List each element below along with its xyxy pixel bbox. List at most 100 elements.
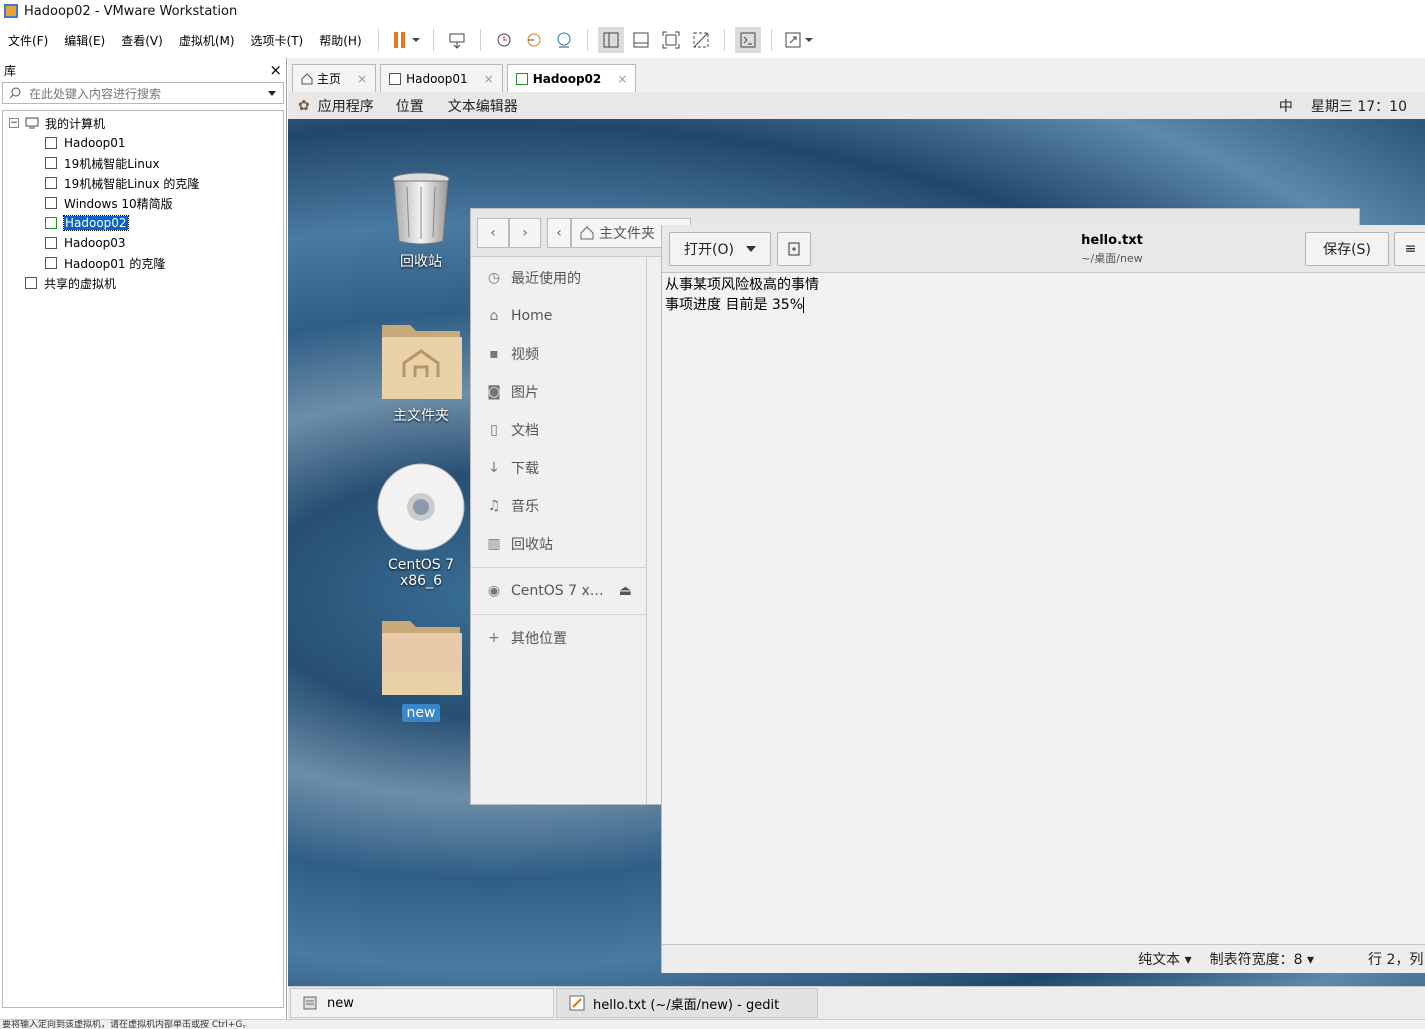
vm-icon [45,257,57,269]
tree-vm-item[interactable]: Hadoop03 [3,233,283,253]
library-search-input[interactable]: 在此处键入内容进行搜索 [2,82,284,104]
editor-text-area[interactable]: 从事某项风险极高的事情 事项进度 目前是 35% [662,273,1425,944]
terminal-icon [740,32,756,48]
trash-icon [392,172,450,245]
input-method-indicator[interactable]: 中 [1279,96,1293,116]
tree-my-computer[interactable]: − 我的计算机 [3,113,283,133]
sidebar-item-videos[interactable]: ▪ 视频 [471,335,646,373]
sidebar-item-trash[interactable]: ▥ 回收站 [471,525,646,563]
revert-icon [527,33,541,47]
sidebar-item-home[interactable]: ⌂ Home [471,297,646,335]
tree-vm-item[interactable]: Hadoop01 [3,133,283,153]
tree-root-label: 我的计算机 [45,116,106,131]
places-sidebar: ◷ 最近使用的 ⌂ Home ▪ 视频 ◙ 图片 ▯ 文档 ↓ 下载 ♫ 音乐 ▥ 回收站 ◉ C… [471,257,647,804]
tree-shared-vms[interactable]: 共享的虚拟机 [3,273,283,293]
text-editor-window[interactable]: 打开(O) hello.txt ~/桌面/new 保存(S) ≡ 从事某项风险极… [661,225,1425,973]
desktop-dvd[interactable]: CentOS 7 x86_6 [366,461,476,589]
sidebar-item-downloads[interactable]: ↓ 下载 [471,449,646,487]
sidebar-item-dvd[interactable]: ◉ CentOS 7 x… ⏏ [471,572,646,610]
revert-snapshot-button[interactable] [521,27,547,53]
pause-button[interactable] [389,27,423,53]
library-view-icon [603,32,619,48]
tab-home[interactable]: 主页 × [292,64,377,92]
menu-edit[interactable]: 编辑(E) [56,32,113,49]
library-close-button[interactable]: × [269,61,282,79]
app-menu[interactable]: 文本编辑器 [448,96,518,116]
snapshot-manager-button[interactable] [551,27,577,53]
places-menu[interactable]: 位置 [396,96,424,116]
desktop-new-folder[interactable]: new [366,615,476,722]
search-icon [9,87,21,99]
window-title: Hadoop02 - VMware Workstation [24,3,238,19]
shared-vm-icon [25,277,37,289]
text-cursor [803,297,805,313]
menu-view[interactable]: 查看(V) [113,32,171,49]
chevron-down-icon [745,246,756,252]
chevron-down-icon[interactable] [267,88,277,98]
sidebar-item-recent[interactable]: ◷ 最近使用的 [471,259,646,297]
tab-close-button[interactable]: × [617,72,627,86]
sidebar-item-music[interactable]: ♫ 音乐 [471,487,646,525]
desktop-home-folder[interactable]: 主文件夹 [366,315,476,425]
tab-width-selector[interactable]: 制表符宽度：8 ▾ [1210,949,1314,969]
applications-menu[interactable]: 应用程序 [318,96,374,116]
show-library-button[interactable] [597,27,624,53]
gnome-top-bar: ✿ 应用程序 位置 文本编辑器 中 星期三 17：10 [288,92,1425,119]
tab-close-button[interactable]: × [357,72,367,86]
tab-hadoop02[interactable]: Hadoop02 × [506,64,637,92]
editor-title: hello.txt ~/桌面/new [912,233,1312,266]
tab-hadoop01[interactable]: Hadoop01 × [380,64,503,92]
tree-vm-item[interactable]: 19机械智能Linux 的克隆 [3,173,283,193]
menu-tabs[interactable]: 选项卡(T) [243,32,312,49]
save-button[interactable]: 保存(S) [1305,232,1389,266]
tree-vm-item[interactable]: 19机械智能Linux [3,153,283,173]
tree-vm-item[interactable]: Windows 10精简版 [3,193,283,213]
desktop-new-label: new [401,704,441,722]
trash-icon: ▥ [487,536,501,552]
eject-icon[interactable]: ⏏ [619,583,632,599]
tree-vm-item-selected[interactable]: Hadoop02 [3,213,283,233]
send-ctrl-alt-del-button[interactable] [444,27,470,53]
clock[interactable]: 星期三 17：10 [1311,96,1407,116]
menu-help[interactable]: 帮助(H) [311,32,369,49]
sidebar-item-other-locations[interactable]: + 其他位置 [471,619,646,657]
sidebar-item-pictures[interactable]: ◙ 图片 [471,373,646,411]
unity-button[interactable] [688,27,714,53]
vm-running-icon [45,217,57,229]
vm-icon [45,137,57,149]
syntax-selector[interactable]: 纯文本 ▾ [1138,949,1191,969]
open-button[interactable]: 打开(O) [669,232,771,266]
thumbnail-view-icon [633,32,649,48]
menu-file[interactable]: 文件(F) [0,32,56,49]
vm-label: Windows 10精简版 [64,196,173,211]
hamburger-menu-button[interactable]: ≡ [1394,232,1425,266]
vm-label: 19机械智能Linux [64,156,160,171]
desktop-trash[interactable]: 回收站 [366,171,476,271]
document-icon: ▯ [490,422,498,438]
window-list-item-gedit[interactable]: hello.txt (~/桌面/new) - gedit [556,988,818,1018]
document-title: hello.txt [1081,233,1143,248]
tree-vm-item[interactable]: Hadoop01 的克隆 [3,253,283,273]
full-screen-button[interactable] [658,27,684,53]
stretch-button[interactable] [782,27,818,53]
collapse-icon[interactable]: − [9,118,19,128]
show-thumbnail-button[interactable] [628,27,654,53]
forward-button[interactable]: › [509,217,541,248]
vm-label: Hadoop01 [64,136,126,150]
sidebar-item-documents[interactable]: ▯ 文档 [471,411,646,449]
tab-close-button[interactable]: × [484,72,494,86]
menu-vm[interactable]: 虚拟机(M) [171,32,243,49]
menu-bar: 文件(F) 编辑(E) 查看(V) 虚拟机(M) 选项卡(T) 帮助(H) [0,22,1425,58]
file-manager-icon [303,996,317,1010]
path-left-button[interactable]: ‹ [547,217,571,248]
desktop-trash-label: 回收站 [400,254,442,270]
clock-icon: ◷ [487,270,501,286]
vmware-app-icon [4,4,18,18]
home-folder-icon [382,325,462,399]
snapshot-button[interactable] [491,27,517,53]
window-list-item-new[interactable]: new [290,988,554,1018]
new-document-button[interactable] [777,232,811,266]
console-view-button[interactable] [734,27,761,53]
vm-label: Hadoop01 的克隆 [64,256,166,271]
back-button[interactable]: ‹ [477,217,509,248]
